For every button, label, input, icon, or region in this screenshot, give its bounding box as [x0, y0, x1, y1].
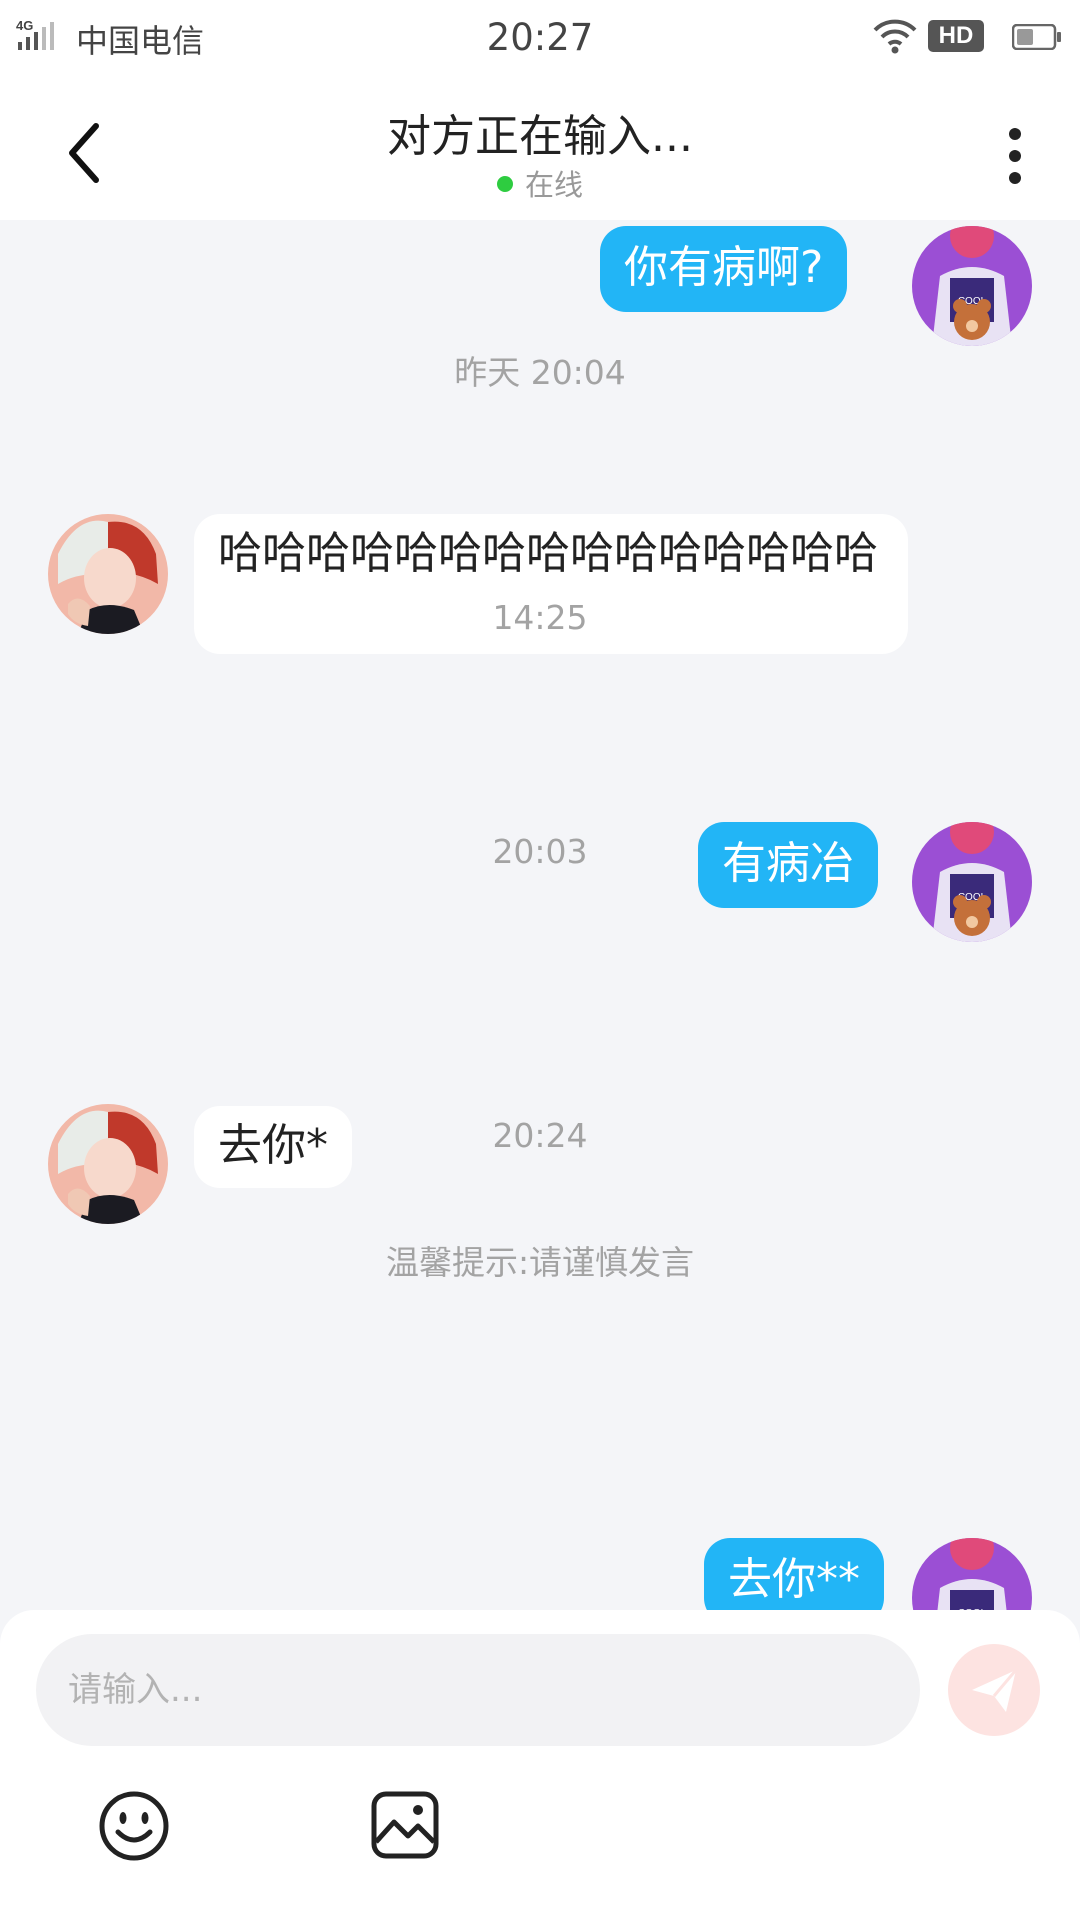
status-bar: 4G 中国电信 20:27 HD [0, 0, 1080, 80]
chat-header: 对方正在输入... 在线 [0, 80, 1080, 220]
page-title: 对方正在输入... [387, 111, 693, 162]
message-timestamp: 14:25 [492, 598, 588, 637]
self-avatar[interactable]: COOL [912, 1538, 1032, 1610]
emoji-icon[interactable] [98, 1790, 170, 1862]
message-timestamp: 20:03 [492, 832, 588, 871]
message-list[interactable]: 你有病啊? COOL 昨天 20:04 哈哈哈哈哈哈哈哈哈哈哈哈哈哈哈 14:2… [0, 220, 1080, 1610]
message-timestamp: 昨天 20:04 [454, 353, 626, 392]
outgoing-message-bubble[interactable]: 去你** [704, 1538, 884, 1610]
battery-icon [1012, 24, 1061, 50]
online-status: 在线 [0, 162, 1080, 204]
wifi-icon [873, 19, 917, 54]
outgoing-message-bubble[interactable]: 你有病啊? [600, 226, 848, 312]
self-avatar-image: COOL [912, 1538, 1032, 1610]
more-vertical-icon[interactable] [990, 116, 1040, 196]
online-status-label: 在线 [524, 168, 583, 202]
send-icon [972, 1669, 1018, 1712]
hd-badge: HD [928, 20, 984, 52]
self-avatar[interactable]: COOL [912, 226, 1032, 346]
message-timestamp: 20:24 [492, 1116, 588, 1155]
image-icon[interactable] [370, 1790, 440, 1860]
message-input[interactable] [36, 1634, 920, 1746]
clock: 20:27 [486, 16, 594, 59]
self-avatar-image: COOL [912, 226, 1032, 346]
online-dot [496, 176, 513, 192]
system-tip: 温馨提示:请谨慎发言 [385, 1243, 695, 1282]
composer-panel [0, 1610, 1080, 1920]
send-button[interactable] [948, 1644, 1040, 1736]
